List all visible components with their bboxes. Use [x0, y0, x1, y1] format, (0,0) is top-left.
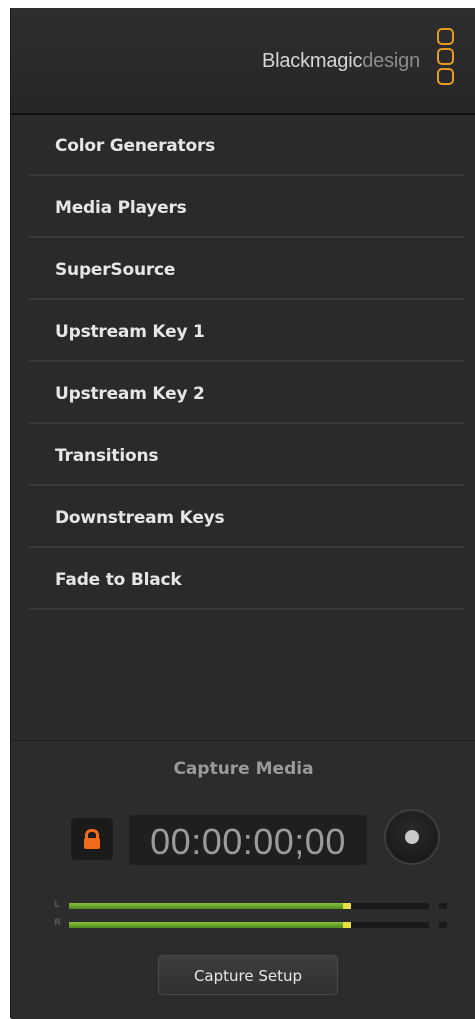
section-menu: Color Generators Media Players SuperSour… [29, 116, 464, 612]
menu-item-label: Media Players [55, 198, 187, 218]
menu-item-upstream-key-2[interactable]: Upstream Key 2 [29, 364, 464, 424]
menu-item-label: Upstream Key 2 [55, 384, 205, 404]
brand-logo-text: Blackmagicdesign [262, 50, 420, 73]
lock-button[interactable] [71, 818, 113, 860]
meter-peak-left [343, 903, 351, 909]
timecode-value: 00:00:00;00 [150, 821, 346, 862]
meter-fill-left [69, 903, 343, 909]
meter-channel-label-left: L [54, 900, 60, 910]
menu-item-media-players[interactable]: Media Players [29, 178, 464, 238]
menu-item-label: SuperSource [55, 260, 176, 280]
record-button[interactable] [384, 809, 440, 865]
menu-item-label: Color Generators [55, 136, 216, 156]
capture-title: Capture Media [173, 759, 314, 779]
brand-header: Blackmagicdesign [11, 8, 475, 115]
capture-media-panel: Capture Media 00:00:00;00 L R Capture Se… [11, 740, 475, 1019]
brand-name-light: design [362, 50, 420, 72]
menu-item-transitions[interactable]: Transitions [29, 426, 464, 486]
menu-item-supersource[interactable]: SuperSource [29, 240, 464, 300]
menu-item-label: Transitions [55, 446, 159, 466]
meter-peak-right [343, 922, 351, 928]
meter-channel-label-right: R [54, 918, 61, 928]
audio-meter-left [69, 903, 429, 909]
timecode-display: 00:00:00;00 [129, 815, 367, 865]
menu-item-label: Downstream Keys [55, 508, 225, 528]
record-dot-icon [405, 830, 419, 844]
menu-item-label: Upstream Key 1 [55, 322, 205, 342]
menu-item-upstream-key-1[interactable]: Upstream Key 1 [29, 302, 464, 362]
menu-item-downstream-keys[interactable]: Downstream Keys [29, 488, 464, 548]
brand-name-bold: Blackmagic [261, 50, 363, 72]
meter-fill-right [69, 922, 343, 928]
blackmagic-logo-icon [437, 28, 454, 92]
audio-meter-right [69, 922, 429, 928]
menu-item-fade-to-black[interactable]: Fade to Black [29, 550, 464, 610]
capture-setup-button[interactable]: Capture Setup [158, 955, 338, 995]
capture-setup-label: Capture Setup [193, 967, 303, 985]
menu-item-color-generators[interactable]: Color Generators [29, 116, 464, 176]
side-panel: Blackmagicdesign Color Generators Media … [10, 8, 475, 1019]
menu-item-label: Fade to Black [55, 570, 182, 590]
